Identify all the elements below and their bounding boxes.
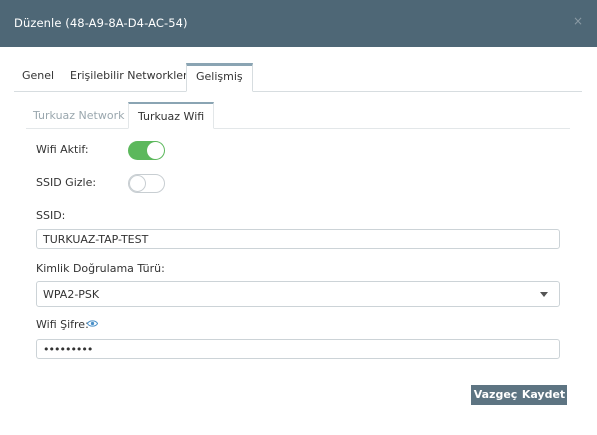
ssid-hidden-toggle[interactable] bbox=[128, 174, 165, 193]
toggle-knob bbox=[147, 142, 164, 159]
eye-icon[interactable] bbox=[87, 318, 98, 329]
dialog-header: Düzenle (48-A9-8A-D4-AC-54) × bbox=[0, 0, 597, 47]
tab-erisilebilir-networkler[interactable]: Erişilebilir Networkler bbox=[70, 63, 188, 92]
tab-genel[interactable]: Genel bbox=[22, 63, 54, 92]
tab-gelismis[interactable]: Gelişmiş bbox=[186, 63, 253, 92]
subtab-turkuaz-wifi[interactable]: Turkuaz Wifi bbox=[128, 102, 215, 129]
main-tabs: Genel Erişilebilir Networkler Gelişmiş bbox=[14, 63, 582, 92]
ssid-label: SSID: bbox=[36, 209, 66, 222]
dialog-title: Düzenle (48-A9-8A-D4-AC-54) bbox=[14, 16, 188, 30]
cancel-button[interactable]: Vazgeç bbox=[471, 385, 520, 405]
toggle-knob bbox=[129, 175, 146, 192]
ssid-input[interactable]: TURKUAZ-TAP-TEST bbox=[36, 229, 560, 249]
ssid-hidden-label: SSID Gizle: bbox=[36, 176, 97, 189]
wifi-active-label: Wifi Aktif: bbox=[36, 143, 89, 156]
close-icon[interactable]: × bbox=[571, 14, 585, 28]
chevron-down-icon bbox=[540, 292, 548, 297]
wifi-password-label: Wifi Şifre: bbox=[36, 318, 89, 331]
subtab-turkuaz-network[interactable]: Turkuaz Network bbox=[33, 102, 125, 129]
auth-type-label: Kimlik Doğrulama Türü: bbox=[36, 262, 165, 275]
wifi-password-input[interactable]: ••••••••• bbox=[36, 339, 560, 359]
wifi-active-toggle[interactable] bbox=[128, 141, 165, 160]
auth-type-select[interactable]: WPA2-PSK bbox=[36, 281, 560, 307]
sub-tabs: Turkuaz Network Turkuaz Wifi bbox=[26, 102, 570, 129]
save-button[interactable]: Kaydet bbox=[520, 385, 567, 405]
auth-type-value: WPA2-PSK bbox=[43, 288, 100, 301]
